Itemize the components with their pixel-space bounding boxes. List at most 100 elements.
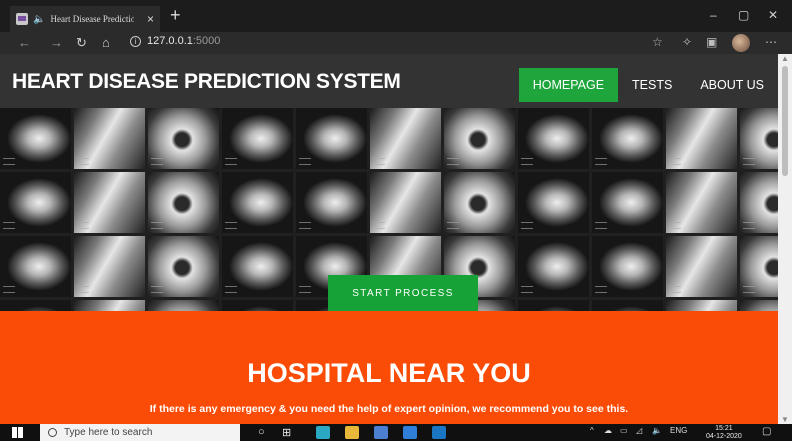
network-icon[interactable]: ◿ [636,426,642,435]
address-bar: ← → ↻ ⌂ i 127.0.0.1:5000 ☆ ✧ ▣ ⋯ [0,32,792,54]
tray-chevron-icon[interactable]: ^ [590,426,594,435]
store-icon[interactable] [374,426,388,439]
cortana-icon[interactable]: ○ [258,426,265,438]
mri-tile-image [592,300,663,311]
mri-tile-image [0,108,71,169]
mri-tile-image [74,172,145,233]
site-header: HEART DISEASE PREDICTION SYSTEM HOMEPAGE… [0,54,778,108]
vscode-icon[interactable] [432,426,446,439]
scroll-down-icon[interactable]: ▼ [781,415,789,424]
nav-tests[interactable]: TESTS [618,68,686,102]
mri-tile-image [370,108,441,169]
site-title: HEART DISEASE PREDICTION SYSTEM [12,70,401,93]
browser-tab[interactable]: 🔈 Heart Disease Prediction Sy × [10,6,160,32]
url-host: 127.0.0.1 [147,35,193,47]
mri-tile-image [222,236,293,297]
mri-tile-image [740,236,778,297]
home-icon[interactable]: ⌂ [102,35,110,50]
page-viewport: HEART DISEASE PREDICTION SYSTEM HOMEPAGE… [0,54,778,424]
mri-tile-image [296,172,367,233]
clock-time: 15:21 [715,425,733,432]
mri-tile-image [444,172,515,233]
mri-tile-image [0,300,71,311]
volume-icon[interactable]: 🔈 [652,426,662,435]
edge-browser-icon[interactable] [316,426,330,439]
mri-tile-image [444,108,515,169]
speaker-icon[interactable]: 🔈 [33,14,45,25]
battery-icon[interactable]: ▭ [620,426,628,435]
minimize-button[interactable]: – [710,8,717,22]
section-title: HOSPITAL NEAR YOU [247,358,531,388]
mri-tile-image [74,300,145,311]
task-view-icon[interactable]: ⊞ [282,426,291,439]
taskbar: Type here to search ○ ⊞ ^ ☁ ▭ ◿ 🔈 ENG 15… [0,424,792,441]
mri-tile-image [592,236,663,297]
nav-about-us[interactable]: ABOUT US [686,68,778,102]
mri-tile-image [148,108,219,169]
file-explorer-icon[interactable] [345,426,359,439]
new-tab-button[interactable]: + [170,5,181,26]
taskbar-search[interactable]: Type here to search [40,424,240,441]
mri-tile-image [148,172,219,233]
mri-tile-image [740,108,778,169]
mri-tile-image [222,108,293,169]
mri-tile-image [74,236,145,297]
mri-tile-image [592,172,663,233]
forward-icon[interactable]: → [50,35,63,50]
mri-tile-image [148,300,219,311]
mail-icon[interactable] [403,426,417,439]
scroll-up-icon[interactable]: ▲ [781,54,789,63]
scroll-thumb[interactable] [782,66,788,176]
mri-tile-image [666,300,737,311]
language-indicator[interactable]: ENG [670,426,687,435]
mri-tile-image [296,108,367,169]
favorites-list-icon[interactable]: ✧ [682,35,692,49]
url-port: :5000 [192,35,221,47]
page-scrollbar[interactable]: ▲ ▼ [778,54,792,424]
hero-banner: START PROCESS [0,108,778,311]
search-icon [48,428,57,437]
close-window-button[interactable]: ✕ [768,8,778,22]
mri-tile-image [148,236,219,297]
profile-avatar[interactable] [732,34,750,52]
mri-tile-image [222,172,293,233]
mri-tile-image [666,236,737,297]
mri-tile-image [518,108,589,169]
mri-tile-image [370,172,441,233]
favorite-star-icon[interactable]: ☆ [652,35,663,49]
tab-title: Heart Disease Prediction Sy [50,14,135,24]
mri-tile-image [222,300,293,311]
mri-tile-image [518,300,589,311]
more-options-icon[interactable]: ⋯ [765,35,777,49]
browser-tabbar: 🔈 Heart Disease Prediction Sy × + – ▢ ✕ [0,0,792,32]
start-process-button[interactable]: START PROCESS [328,275,478,311]
favicon-icon [16,13,28,25]
onedrive-icon[interactable]: ☁ [604,426,612,435]
clock-date: 04-12-2020 [706,433,742,440]
nav-homepage[interactable]: HOMEPAGE [518,68,619,102]
tab-close-icon[interactable]: × [147,12,154,26]
mri-tile-image [518,236,589,297]
maximize-button[interactable]: ▢ [738,8,749,22]
mri-tile-image [0,236,71,297]
mri-tile-image [666,108,737,169]
mri-tile-image [740,172,778,233]
collections-icon[interactable]: ▣ [706,35,717,49]
site-nav: HOMEPAGE TESTS ABOUT US [518,68,778,102]
back-icon[interactable]: ← [18,35,31,50]
mri-tile-image [666,172,737,233]
mri-tile-image [518,172,589,233]
mri-tile-image [740,300,778,311]
refresh-icon[interactable]: ↻ [76,35,87,51]
mri-tile-image [74,108,145,169]
taskbar-clock[interactable]: 15:21 04-12-2020 [706,425,742,441]
windows-start-icon[interactable] [12,427,23,438]
section-text: If there is any emergency & you need the… [149,403,629,415]
taskbar-search-placeholder: Type here to search [64,427,153,438]
mri-tile-image [0,172,71,233]
site-info-icon[interactable]: i [130,35,141,47]
mri-tile-image [592,108,663,169]
url-field[interactable]: i 127.0.0.1:5000 [130,35,220,47]
notifications-icon[interactable]: ▢ [762,426,771,437]
hospital-section: HOSPITAL NEAR YOU If there is any emerge… [0,311,778,424]
